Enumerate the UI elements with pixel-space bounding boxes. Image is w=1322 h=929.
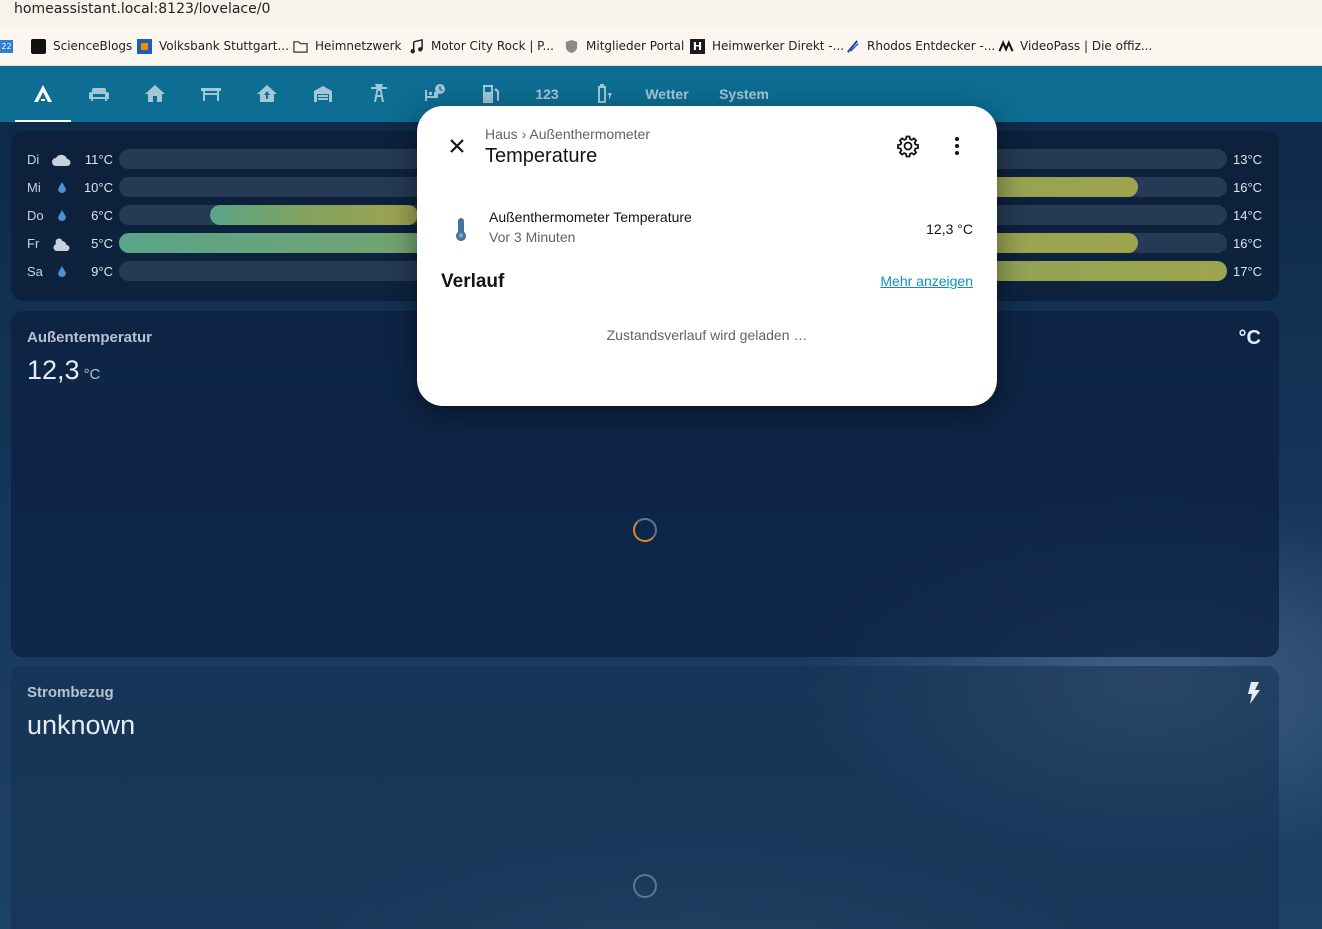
forecast-high: 14°C [1233,208,1263,223]
forecast-low: 5°C [91,236,113,251]
volksbank-icon [137,38,152,54]
tab-living-room[interactable] [71,66,127,122]
close-button[interactable] [443,132,471,160]
cloudy-icon [51,152,73,168]
more-info-dialog: Haus › Außenthermometer Temperature Auße… [417,106,997,406]
tab-home[interactable] [127,66,183,122]
bed-clock-icon [425,84,445,101]
dialog-title: Temperature [485,145,598,167]
table-icon [201,88,221,101]
breadcrumb[interactable]: Haus › Außenthermometer [485,126,650,142]
garage-icon [314,86,332,102]
forecast-low: 9°C [91,264,113,279]
partly-cloudy-icon [51,236,73,252]
heimwerker-icon: H [690,38,705,54]
celsius-icon: °C [1238,327,1261,349]
tab-power[interactable] [351,66,407,122]
power-consumption-card[interactable]: Strombezug unknown [11,666,1279,929]
tab-garage[interactable] [295,66,351,122]
bookmark-mitglieder-portal[interactable]: Mitglieder Portal [564,37,684,55]
bookmark-scienceblogs[interactable]: ScienceBlogs [31,37,132,55]
show-more-link[interactable]: Mehr anzeigen [880,273,973,289]
card-value: 12,3 [27,355,80,385]
tab-table[interactable] [183,66,239,122]
thermometer-icon [453,218,469,242]
forecast-high: 16°C [1233,236,1263,251]
rain-drop-icon [51,208,73,224]
card-value-row: 12,3 °C [27,355,100,386]
gas-station-icon [483,85,499,103]
rain-drop-icon [51,180,73,196]
bookmarks-bar: 22 ScienceBlogs Volksbank Stuttgart... H… [0,26,1322,66]
settings-button[interactable] [896,134,920,158]
forecast-high: 16°C [1233,180,1263,195]
folder-icon [293,39,308,54]
transmission-tower-icon [371,84,387,102]
shield-icon [564,39,579,54]
forecast-low: 10°C [83,180,113,195]
bookmark-rhodos-entdecker[interactable]: Rhodos Entdecker -... [845,37,995,55]
flash-icon [1247,682,1261,710]
home-assistant-icon [34,85,52,102]
loading-spinner [633,874,657,898]
bookmark-heimwerker-direkt[interactable]: H Heimwerker Direkt -... [690,37,844,55]
card-value: unknown [27,710,136,740]
home-icon [145,85,165,102]
bookmark-videopass[interactable]: VideoPass | Die offiz... [998,37,1152,55]
tab-home-upload[interactable] [239,66,295,122]
more-options-button[interactable] [945,134,969,158]
breadcrumb-separator: › [521,126,527,142]
forecast-day: Mi [27,180,41,195]
forecast-high: 17°C [1233,264,1263,279]
card-unit: °C [83,366,101,383]
dots-vertical-icon [955,137,959,155]
loading-spinner [633,518,657,542]
forecast-day: Sa [27,264,43,279]
entity-state: 12,3 °C [926,221,973,237]
videopass-icon [998,39,1014,54]
calendar-bookmark-icon[interactable]: 22 [0,37,14,55]
bookmark-volksbank[interactable]: Volksbank Stuttgart... [137,37,289,55]
browser-url-bar[interactable]: homeassistant.local:8123/lovelace/0 [0,0,1322,26]
entity-last-changed: Vor 3 Minuten [489,229,576,245]
scienceblogs-icon [31,38,46,54]
bookmark-heimnetzwerk[interactable]: Heimnetzwerk [293,37,402,55]
history-heading: Verlauf [441,271,505,292]
forecast-low: 11°C [84,152,113,167]
music-note-icon [409,38,424,54]
forecast-day: Di [27,152,40,167]
close-icon [450,139,464,153]
battery-charging-icon [598,84,612,103]
forecast-high: 13°C [1233,152,1263,167]
forecast-day: Fr [27,236,40,251]
home-upload-icon [257,85,277,102]
temperature-range-fill [209,205,419,225]
url-text[interactable]: homeassistant.local:8123/lovelace/0 [14,1,270,17]
entity-row[interactable]: Außenthermometer Temperature Vor 3 Minut… [441,204,973,254]
breadcrumb-device: Außenthermometer [529,126,650,142]
sofa-icon [89,88,109,101]
rain-drop-icon [51,264,73,280]
card-title: Außentemperatur [27,329,153,346]
gear-icon [897,135,919,158]
breadcrumb-area: Haus [485,126,518,142]
entity-name: Außenthermometer Temperature [489,209,692,225]
card-title: Strombezug [27,684,114,701]
tab-overview[interactable] [15,66,71,122]
rhodos-icon [845,39,860,54]
bookmark-motor-city-rock[interactable]: Motor City Rock | P... [409,37,554,55]
history-loading-text: Zustandsverlauf wird geladen … [606,327,808,343]
forecast-day: Do [27,208,44,223]
forecast-low: 6°C [91,208,113,223]
